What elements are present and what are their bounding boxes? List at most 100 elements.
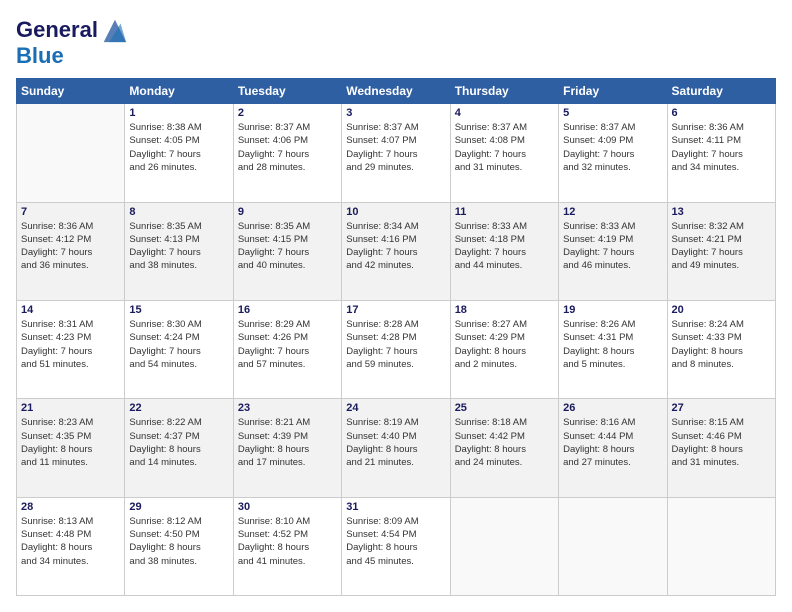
calendar-cell: 22 Sunrise: 8:22 AMSunset: 4:37 PMDayligh… xyxy=(125,399,233,497)
day-info: Sunrise: 8:18 AMSunset: 4:42 PMDaylight:… xyxy=(455,416,554,469)
day-info: Sunrise: 8:30 AMSunset: 4:24 PMDaylight:… xyxy=(129,318,228,371)
day-number: 31 xyxy=(346,501,445,513)
header: General Blue xyxy=(16,16,776,68)
day-info: Sunrise: 8:21 AMSunset: 4:39 PMDaylight:… xyxy=(238,416,337,469)
calendar-cell: 13 Sunrise: 8:32 AMSunset: 4:21 PMDayligh… xyxy=(667,202,775,300)
day-number: 1 xyxy=(129,107,228,119)
logo-blue: Blue xyxy=(16,43,64,68)
week-row-3: 14Sunrise: 8:31 AMSunset: 4:23 PMDayligh… xyxy=(17,300,776,398)
week-row-2: 7 Sunrise: 8:36 AMSunset: 4:12 PMDaylight… xyxy=(17,202,776,300)
calendar-cell: 16 Sunrise: 8:29 AMSunset: 4:26 PMDayligh… xyxy=(233,300,341,398)
day-number: 4 xyxy=(455,107,554,119)
day-info: Sunrise: 8:31 AMSunset: 4:23 PMDaylight:… xyxy=(21,318,120,371)
day-info: Sunrise: 8:37 AMSunset: 4:06 PMDaylight:… xyxy=(238,121,337,174)
day-info: Sunrise: 8:22 AMSunset: 4:37 PMDaylight:… xyxy=(129,416,228,469)
day-info: Sunrise: 8:35 AMSunset: 4:13 PMDaylight:… xyxy=(129,220,228,273)
calendar-cell xyxy=(667,497,775,595)
day-number: 24 xyxy=(346,402,445,414)
day-info: Sunrise: 8:37 AMSunset: 4:07 PMDaylight:… xyxy=(346,121,445,174)
calendar-cell: 8Sunrise: 8:35 AMSunset: 4:13 PMDaylight… xyxy=(125,202,233,300)
day-info: Sunrise: 8:29 AMSunset: 4:26 PMDaylight:… xyxy=(238,318,337,371)
day-header-tuesday: Tuesday xyxy=(233,79,341,104)
day-header-wednesday: Wednesday xyxy=(342,79,450,104)
day-info: Sunrise: 8:36 AMSunset: 4:12 PMDaylight:… xyxy=(21,220,120,273)
calendar-cell: 15 Sunrise: 8:30 AMSunset: 4:24 PMDayligh… xyxy=(125,300,233,398)
calendar-cell: 28 Sunrise: 8:13 AMSunset: 4:48 PMDayligh… xyxy=(17,497,125,595)
calendar-cell xyxy=(559,497,667,595)
day-info: Sunrise: 8:37 AMSunset: 4:08 PMDaylight:… xyxy=(455,121,554,174)
day-info: Sunrise: 8:12 AMSunset: 4:50 PMDaylight:… xyxy=(129,515,228,568)
day-header-thursday: Thursday xyxy=(450,79,558,104)
calendar-cell: 1 Sunrise: 8:38 AMSunset: 4:05 PMDaylight… xyxy=(125,104,233,202)
week-row-4: 21Sunrise: 8:23 AMSunset: 4:35 PMDayligh… xyxy=(17,399,776,497)
calendar-cell: 17Sunrise: 8:28 AMSunset: 4:28 PMDayligh… xyxy=(342,300,450,398)
day-info: Sunrise: 8:27 AMSunset: 4:29 PMDaylight:… xyxy=(455,318,554,371)
day-number: 9 xyxy=(238,206,337,218)
day-number: 7 xyxy=(21,206,120,218)
day-number: 11 xyxy=(455,206,554,218)
calendar-cell: 24 Sunrise: 8:19 AMSunset: 4:40 PMDayligh… xyxy=(342,399,450,497)
calendar-cell: 26 Sunrise: 8:16 AMSunset: 4:44 PMDayligh… xyxy=(559,399,667,497)
calendar-cell: 7 Sunrise: 8:36 AMSunset: 4:12 PMDaylight… xyxy=(17,202,125,300)
day-info: Sunrise: 8:16 AMSunset: 4:44 PMDaylight:… xyxy=(563,416,662,469)
logo: General Blue xyxy=(16,16,128,68)
day-number: 16 xyxy=(238,304,337,316)
day-info: Sunrise: 8:10 AMSunset: 4:52 PMDaylight:… xyxy=(238,515,337,568)
calendar-cell: 30 Sunrise: 8:10 AMSunset: 4:52 PMDayligh… xyxy=(233,497,341,595)
day-info: Sunrise: 8:36 AMSunset: 4:11 PMDaylight:… xyxy=(672,121,771,174)
day-number: 19 xyxy=(563,304,662,316)
day-number: 6 xyxy=(672,107,771,119)
calendar-table: SundayMondayTuesdayWednesdayThursdayFrid… xyxy=(16,78,776,596)
day-number: 18 xyxy=(455,304,554,316)
day-info: Sunrise: 8:19 AMSunset: 4:40 PMDaylight:… xyxy=(346,416,445,469)
calendar-cell: 21Sunrise: 8:23 AMSunset: 4:35 PMDayligh… xyxy=(17,399,125,497)
day-header-friday: Friday xyxy=(559,79,667,104)
day-number: 23 xyxy=(238,402,337,414)
day-info: Sunrise: 8:24 AMSunset: 4:33 PMDaylight:… xyxy=(672,318,771,371)
calendar-header-row: SundayMondayTuesdayWednesdayThursdayFrid… xyxy=(17,79,776,104)
calendar-cell: 4 Sunrise: 8:37 AMSunset: 4:08 PMDaylight… xyxy=(450,104,558,202)
calendar-cell xyxy=(17,104,125,202)
calendar-cell xyxy=(450,497,558,595)
calendar-cell: 14Sunrise: 8:31 AMSunset: 4:23 PMDayligh… xyxy=(17,300,125,398)
day-number: 2 xyxy=(238,107,337,119)
day-info: Sunrise: 8:35 AMSunset: 4:15 PMDaylight:… xyxy=(238,220,337,273)
day-info: Sunrise: 8:09 AMSunset: 4:54 PMDaylight:… xyxy=(346,515,445,568)
calendar-cell: 29 Sunrise: 8:12 AMSunset: 4:50 PMDayligh… xyxy=(125,497,233,595)
calendar-cell: 12Sunrise: 8:33 AMSunset: 4:19 PMDayligh… xyxy=(559,202,667,300)
calendar-cell: 10 Sunrise: 8:34 AMSunset: 4:16 PMDayligh… xyxy=(342,202,450,300)
day-number: 28 xyxy=(21,501,120,513)
day-info: Sunrise: 8:26 AMSunset: 4:31 PMDaylight:… xyxy=(563,318,662,371)
day-info: Sunrise: 8:38 AMSunset: 4:05 PMDaylight:… xyxy=(129,121,228,174)
calendar-cell: 9 Sunrise: 8:35 AMSunset: 4:15 PMDaylight… xyxy=(233,202,341,300)
day-number: 30 xyxy=(238,501,337,513)
calendar-cell: 19 Sunrise: 8:26 AMSunset: 4:31 PMDayligh… xyxy=(559,300,667,398)
day-number: 13 xyxy=(672,206,771,218)
calendar-cell: 11Sunrise: 8:33 AMSunset: 4:18 PMDayligh… xyxy=(450,202,558,300)
day-info: Sunrise: 8:13 AMSunset: 4:48 PMDaylight:… xyxy=(21,515,120,568)
day-info: Sunrise: 8:15 AMSunset: 4:46 PMDaylight:… xyxy=(672,416,771,469)
day-number: 5 xyxy=(563,107,662,119)
day-number: 3 xyxy=(346,107,445,119)
calendar-cell: 5 Sunrise: 8:37 AMSunset: 4:09 PMDaylight… xyxy=(559,104,667,202)
day-number: 10 xyxy=(346,206,445,218)
logo-general: General xyxy=(16,18,98,42)
day-number: 20 xyxy=(672,304,771,316)
day-info: Sunrise: 8:37 AMSunset: 4:09 PMDaylight:… xyxy=(563,121,662,174)
day-info: Sunrise: 8:28 AMSunset: 4:28 PMDaylight:… xyxy=(346,318,445,371)
day-number: 25 xyxy=(455,402,554,414)
day-number: 26 xyxy=(563,402,662,414)
day-number: 22 xyxy=(129,402,228,414)
calendar-cell: 23 Sunrise: 8:21 AMSunset: 4:39 PMDayligh… xyxy=(233,399,341,497)
day-number: 15 xyxy=(129,304,228,316)
day-info: Sunrise: 8:34 AMSunset: 4:16 PMDaylight:… xyxy=(346,220,445,273)
day-number: 21 xyxy=(21,402,120,414)
calendar-cell: 3 Sunrise: 8:37 AMSunset: 4:07 PMDaylight… xyxy=(342,104,450,202)
day-number: 12 xyxy=(563,206,662,218)
calendar-cell: 25 Sunrise: 8:18 AMSunset: 4:42 PMDayligh… xyxy=(450,399,558,497)
day-number: 29 xyxy=(129,501,228,513)
day-number: 27 xyxy=(672,402,771,414)
week-row-1: 1 Sunrise: 8:38 AMSunset: 4:05 PMDaylight… xyxy=(17,104,776,202)
calendar-cell: 20 Sunrise: 8:24 AMSunset: 4:33 PMDayligh… xyxy=(667,300,775,398)
day-info: Sunrise: 8:32 AMSunset: 4:21 PMDaylight:… xyxy=(672,220,771,273)
